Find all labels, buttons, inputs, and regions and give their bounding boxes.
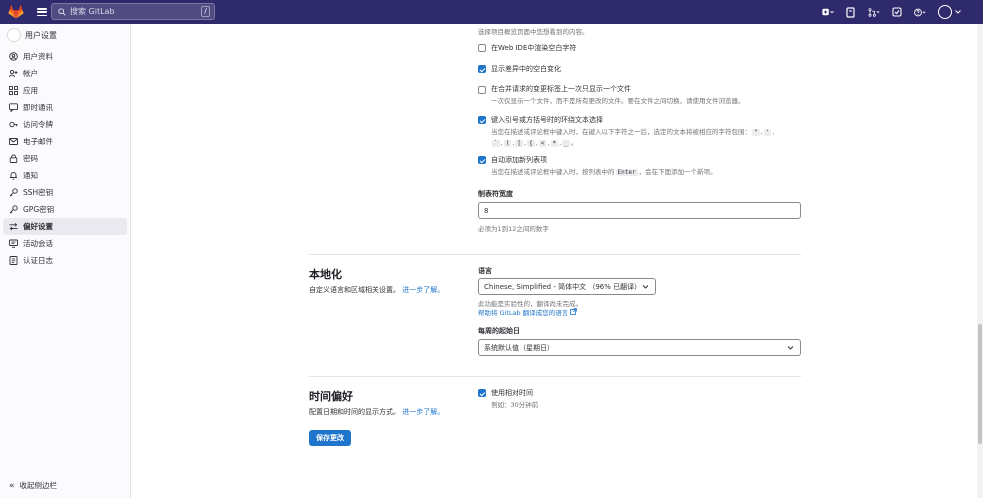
log-icon: [9, 256, 18, 265]
section-divider: [309, 254, 801, 255]
time-preferences-desc: 配置日期和时间的显示方式。 进一步了解。: [309, 408, 445, 416]
sidebar-title: 用户设置: [25, 30, 57, 40]
search-shortcut-badge: /: [201, 6, 210, 17]
show-whitespace-diff-label[interactable]: 显示差异中的空白变化: [491, 64, 561, 74]
preferences-content: 选择项目概览页面中您想看到的内容。 在Web IDE中渲染空白字符 显示差异中的…: [131, 24, 977, 498]
char-code: [: [515, 140, 524, 147]
layout-help-text: 选择项目概览页面中您想看到的内容。: [478, 28, 589, 36]
surround-selection-label[interactable]: 键入引号或方括号时的环绕文本选择: [491, 115, 603, 125]
collapse-sidebar-button[interactable]: « 收起侧边栏: [9, 480, 57, 491]
sidebar-item-profile[interactable]: 用户资料: [3, 48, 127, 65]
save-changes-button[interactable]: 保存更改: [309, 430, 351, 446]
gitlab-logo-icon[interactable]: [8, 5, 24, 19]
help-translate-link[interactable]: 帮助将 GitLab 翻译成您的语言: [478, 307, 578, 317]
localization-desc: 自定义语言和区域相关设置。 进一步了解。: [309, 286, 445, 294]
relative-time-example: 例如：30分钟前: [491, 401, 539, 409]
chat-icon: [9, 103, 18, 112]
sidebar-item-preferences[interactable]: 偏好设置: [3, 218, 127, 235]
user-icon: [9, 52, 18, 61]
sidebar-item-password[interactable]: 密码: [3, 150, 127, 167]
sidebar-item-gpg-keys[interactable]: GPG密钥: [3, 201, 127, 218]
search-input[interactable]: 搜索 GitLab /: [51, 3, 215, 20]
localization-title: 本地化: [309, 268, 342, 281]
chevron-down-icon: [787, 346, 794, 350]
merge-requests-icon[interactable]: [868, 6, 880, 18]
single-file-mr-help: 一次仅显示一个文件，而不是所有更改的文件。要在文件之间切换，请使用文件浏览器。: [491, 97, 745, 105]
chevron-down-icon: [642, 285, 649, 289]
issues-icon[interactable]: [845, 6, 857, 18]
first-day-select[interactable]: 系统默认值（星期日）: [478, 339, 801, 356]
key-icon: [9, 205, 18, 214]
first-day-label: 每周的起始日: [478, 327, 520, 335]
surround-selection-help: 当您在描述或评论框中键入时，在键入以下字符之一后，选定的文本将被相应的字符包围：…: [491, 128, 775, 136]
collapse-icon: «: [9, 480, 15, 491]
sidebar-header[interactable]: 用户设置: [7, 28, 57, 42]
char-code: ": [752, 129, 760, 136]
sidebar-item-access-tokens[interactable]: 访问令牌: [3, 116, 127, 133]
create-new-icon[interactable]: [822, 6, 834, 18]
top-icons: [822, 0, 961, 24]
help-icon[interactable]: [914, 6, 926, 18]
todo-icon[interactable]: [891, 6, 903, 18]
char-code: _: [562, 140, 570, 147]
surround-selection-help-chars: `,(,[,{, <, *, _。: [492, 139, 578, 147]
time-learn-more-link[interactable]: 进一步了解。: [402, 408, 444, 416]
tab-width-help: 必须为1到12之间的数字: [478, 225, 549, 233]
sidebar: 用户设置 用户资料 帐户 应用 即时通讯 访问令牌 电子邮件 密码 通知 SSH…: [0, 24, 131, 498]
sidebar-item-auth-log[interactable]: 认证日志: [3, 252, 127, 269]
auto-list-items-checkbox[interactable]: [478, 156, 486, 164]
show-whitespace-diff-checkbox[interactable]: [478, 65, 486, 73]
search-placeholder: 搜索 GitLab: [70, 7, 115, 16]
render-whitespace-label[interactable]: 在Web IDE中渲染空白字符: [491, 43, 576, 53]
apps-icon: [9, 86, 18, 95]
search-icon: [58, 7, 66, 16]
user-menu[interactable]: [937, 5, 961, 19]
page-scrollbar[interactable]: [977, 24, 983, 498]
char-code: *: [550, 140, 559, 147]
render-whitespace-checkbox[interactable]: [478, 44, 486, 52]
char-code: `: [492, 140, 500, 147]
account-icon: [9, 69, 18, 78]
localization-learn-more-link[interactable]: 进一步了解。: [402, 286, 444, 294]
relative-time-label[interactable]: 使用相对时间: [491, 388, 533, 398]
top-navbar: 搜索 GitLab /: [0, 0, 983, 24]
single-file-mr-checkbox[interactable]: [478, 86, 486, 94]
tab-width-label: 制表符宽度: [478, 190, 513, 198]
language-select[interactable]: Chinese, Simplified - 简体中文 （96% 已翻译）: [478, 278, 656, 295]
bell-icon: [9, 171, 18, 180]
token-icon: [9, 120, 18, 129]
sidebar-item-active-sessions[interactable]: 活动会话: [3, 235, 127, 252]
single-file-mr-label[interactable]: 在合并请求的变更标签上一次只显示一个文件: [491, 84, 631, 94]
char-code: <: [538, 140, 547, 147]
section-divider: [309, 376, 801, 377]
auto-list-items-help: 当您在描述或评论框中键入时，按列表中的 Enter ，会在下面添加一个新项。: [491, 168, 717, 176]
time-preferences-title: 时间偏好: [309, 390, 353, 403]
enter-key-code: Enter: [615, 169, 638, 176]
key-icon: [9, 188, 18, 197]
sidebar-item-notifications[interactable]: 通知: [3, 167, 127, 184]
surround-selection-checkbox[interactable]: [478, 116, 486, 124]
relative-time-checkbox[interactable]: [478, 389, 486, 397]
avatar: [7, 28, 21, 42]
scrollbar-thumb[interactable]: [978, 324, 982, 444]
mail-icon: [9, 137, 18, 146]
char-code: (: [503, 140, 512, 147]
language-label: 语言: [478, 267, 492, 275]
monitor-icon: [9, 239, 18, 248]
chevron-down-icon: [954, 10, 961, 14]
char-code: {: [527, 140, 535, 147]
sidebar-item-applications[interactable]: 应用: [3, 82, 127, 99]
sidebar-item-account[interactable]: 帐户: [3, 65, 127, 82]
external-link-icon: [570, 308, 578, 315]
tab-width-input[interactable]: 8: [478, 202, 801, 219]
auto-list-items-label[interactable]: 自动添加新列表项: [491, 155, 547, 165]
sidebar-item-emails[interactable]: 电子邮件: [3, 133, 127, 150]
lock-icon: [9, 154, 18, 163]
char-code: ': [763, 129, 772, 136]
menu-icon[interactable]: [37, 8, 47, 16]
user-avatar-icon[interactable]: [937, 5, 952, 19]
preferences-icon: [9, 222, 18, 231]
sidebar-item-ssh-keys[interactable]: SSH密钥: [3, 184, 127, 201]
sidebar-item-chat[interactable]: 即时通讯: [3, 99, 127, 116]
